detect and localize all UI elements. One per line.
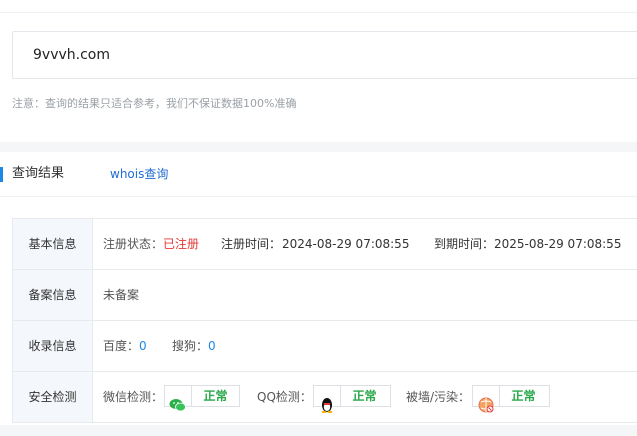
- wechat-icon: [165, 386, 192, 412]
- tab-whois[interactable]: whois查询: [110, 152, 168, 196]
- qq-penguin-icon: [314, 386, 341, 414]
- wechat-check-badge[interactable]: 正常: [164, 385, 240, 412]
- accuracy-notice: 注意：查询的结果只适合参考，我们不保证数据100%准确: [12, 97, 297, 110]
- row-label-security: 安全检测: [13, 372, 93, 422]
- wechat-check-label: 微信检测：: [103, 390, 164, 404]
- domain-search-input[interactable]: [33, 32, 593, 78]
- reg-time-label: 注册时间：: [221, 237, 282, 251]
- security-content: 微信检测： 正常 QQ检测： 正常 被墙/污染： 正常: [103, 372, 637, 422]
- row-label-basic: 基本信息: [13, 219, 93, 269]
- row-index-info: 收录信息 百度： 0 搜狗： 0: [13, 321, 637, 372]
- wall-check-status: 正常: [511, 389, 536, 403]
- status-label: 注册状态：: [103, 237, 164, 251]
- qq-check-status: 正常: [352, 389, 377, 403]
- exp-time-label: 到期时间：: [434, 237, 495, 251]
- info-table: 基本信息 注册状态： 已注册 注册时间： 2024-08-29 07:08:55…: [12, 218, 637, 423]
- row-icp-info: 备案信息 未备案: [13, 270, 637, 321]
- baidu-label: 百度：: [103, 339, 140, 353]
- sogou-label: 搜狗：: [172, 339, 209, 353]
- search-card: 注意：查询的结果只适合参考，我们不保证数据100%准确: [0, 13, 637, 142]
- status-value: 已注册: [163, 237, 200, 251]
- baidu-value[interactable]: 0: [139, 321, 147, 371]
- qq-check-label: QQ检测：: [257, 390, 312, 404]
- icp-value: 未备案: [103, 288, 140, 302]
- search-box[interactable]: [12, 31, 637, 79]
- row-basic-info: 基本信息 注册状态： 已注册 注册时间： 2024-08-29 07:08:55…: [13, 219, 637, 270]
- row-label-icp: 备案信息: [13, 270, 93, 320]
- tab-query-result[interactable]: 查询结果: [12, 152, 64, 196]
- active-tab-marker: [0, 167, 3, 182]
- wechat-check-status: 正常: [203, 389, 228, 403]
- globe-block-icon: [473, 386, 500, 413]
- qq-check-badge[interactable]: 正常: [313, 385, 391, 414]
- row-security-check: 安全检测 微信检测： 正常 QQ检测： 正常 被墙/污染： 正常: [13, 372, 637, 423]
- sogou-value[interactable]: 0: [208, 321, 216, 371]
- top-strip: [0, 0, 637, 13]
- result-card: 查询结果 whois查询 基本信息 注册状态： 已注册 注册时间： 2024-0…: [0, 152, 637, 425]
- wall-check-badge[interactable]: 正常: [472, 385, 550, 413]
- wall-check-label: 被墙/污染：: [406, 390, 471, 404]
- exp-time-value: 2025-08-29 07:08:55: [494, 237, 622, 251]
- result-tabs: 查询结果 whois查询: [0, 152, 637, 197]
- reg-time-value: 2024-08-29 07:08:55: [282, 237, 410, 251]
- row-label-index: 收录信息: [13, 321, 93, 371]
